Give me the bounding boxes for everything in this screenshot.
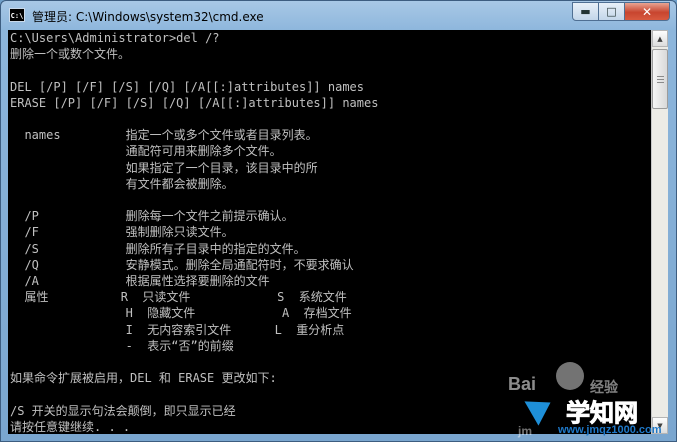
console-line: /A 根据属性选择要删除的文件 [10, 274, 270, 289]
window-title: 管理员: C:\Windows\system32\cmd.exe [32, 10, 264, 24]
maximize-icon: □ [606, 5, 617, 18]
watermark-baidu: Bai [508, 374, 537, 394]
console-line: /Q 安静模式。删除全局通配符时，不要求确认 [10, 257, 354, 272]
console-line: 删除一个或数个文件。 [10, 47, 131, 62]
console-line: 如果命令扩展被启用，DEL 和 ERASE 更改如下: [10, 371, 277, 386]
console-line: I 无内容索引文件 L 重分析点 [10, 322, 345, 337]
watermark-site-url: www.jmqz1000.com [558, 424, 662, 436]
arrow-up-icon: ▲ [657, 34, 663, 43]
vertical-scrollbar[interactable]: ▲ ▼ [651, 30, 668, 434]
grip-icon [656, 75, 664, 83]
console-text: C:\Users\Administrator>del /? 删除一个或数个文件。… [10, 30, 378, 434]
watermark-jm: jm [518, 424, 533, 438]
cmd-prompt-icon[interactable]: C:\ [9, 8, 25, 22]
console-line: 请按任意键继续. . . [10, 419, 131, 434]
title-bar[interactable]: C:\ 管理员: C:\Windows\system32\cmd.exe ▬ □… [1, 1, 676, 31]
console-line: 属性 R 只读文件 S 系统文件 [10, 290, 347, 305]
console-line: /F 强制删除只读文件。 [10, 225, 234, 240]
console-line: names 指定一个或多个文件或者目录列表。 [10, 128, 318, 143]
close-icon: ✕ [641, 4, 653, 19]
minimize-icon: ▬ [580, 5, 591, 18]
console-line: /P 删除每一个文件之前提示确认。 [10, 209, 294, 224]
scroll-thumb[interactable] [652, 49, 668, 109]
console-line: /S 删除所有子目录中的指定的文件。 [10, 241, 306, 256]
console-line: - 表示“否”的前缀 [10, 338, 234, 353]
console-line: C:\Users\Administrator>del /? [10, 31, 220, 45]
console-line: 有文件都会被删除。 [10, 176, 234, 191]
maximize-button[interactable]: □ [599, 2, 625, 21]
watermark-site-title: 学知网 [566, 399, 639, 428]
window-controls: ▬ □ ✕ [572, 2, 670, 21]
minimize-button[interactable]: ▬ [572, 2, 599, 21]
console-line: H 隐藏文件 A 存档文件 [10, 306, 352, 321]
console-line: /S 开关的显示句法会颠倒，即只显示已经 [10, 403, 236, 418]
console-line: 如果指定了一个目录，该目录中的所 [10, 160, 318, 175]
console-line: DEL [/P] [/F] [/S] [/Q] [/A[[:]attribute… [10, 79, 365, 94]
baidu-paw-icon [556, 362, 584, 390]
console-output[interactable]: C:\Users\Administrator>del /? 删除一个或数个文件。… [8, 30, 651, 434]
console-line: ERASE [/P] [/F] [/S] [/Q] [/A[[:]attribu… [10, 95, 379, 110]
close-button[interactable]: ✕ [625, 2, 670, 21]
scroll-up-button[interactable]: ▲ [652, 30, 668, 47]
console-line: 通配符可用来删除多个文件。 [10, 144, 282, 159]
